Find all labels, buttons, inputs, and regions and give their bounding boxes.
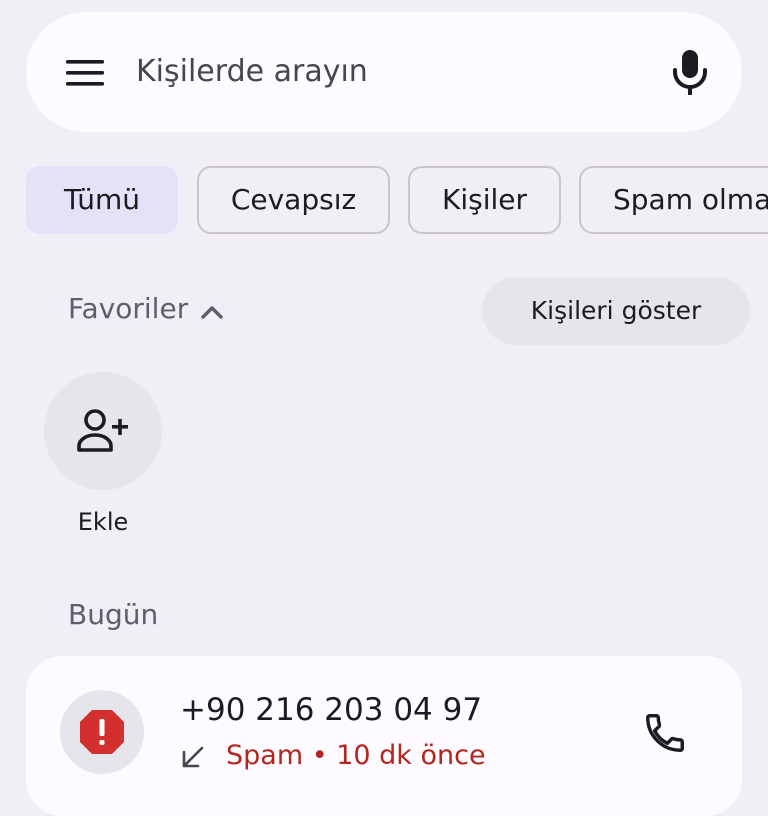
filter-chip-label: Tümü: [63, 183, 141, 216]
chevron-up-icon[interactable]: [198, 298, 226, 326]
filter-chip-contacts[interactable]: Kişiler: [408, 166, 561, 234]
show-contacts-button[interactable]: Kişileri göster: [482, 277, 750, 345]
call-status-text: Spam • 10 dk önce: [226, 740, 486, 771]
call-status: Spam • 10 dk önce: [180, 740, 486, 771]
microphone-icon[interactable]: [670, 48, 710, 96]
spam-warning-icon: [80, 710, 124, 754]
add-favorite-button[interactable]: [44, 372, 162, 490]
favorites-title: Favoriler: [68, 292, 189, 325]
filter-chip-missed[interactable]: Cevapsız: [197, 166, 390, 234]
incoming-call-arrow-icon: [182, 746, 204, 768]
hamburger-menu-icon[interactable]: [66, 54, 104, 92]
avatar[interactable]: [60, 690, 144, 774]
filter-chip-not-spam[interactable]: Spam olma: [579, 166, 768, 234]
filter-chip-label: Cevapsız: [230, 183, 357, 216]
recents-section-title: Bugün: [68, 598, 159, 631]
search-input[interactable]: Kişilerde arayın: [136, 52, 368, 92]
call-log-item[interactable]: +90 216 203 04 97 Spam • 10 dk önce: [26, 656, 742, 816]
call-phone-number: +90 216 203 04 97: [180, 692, 483, 728]
filter-chip-label: Kişiler: [441, 183, 528, 216]
add-favorite-label: Ekle: [77, 508, 129, 536]
phone-icon[interactable]: [642, 710, 688, 756]
filter-chip-label: Spam olma: [613, 183, 768, 216]
filter-chip-all[interactable]: Tümü: [26, 166, 178, 234]
search-bar[interactable]: Kişilerde arayın: [26, 12, 742, 132]
show-contacts-label: Kişileri göster: [530, 296, 702, 325]
person-add-icon: [77, 409, 128, 452]
